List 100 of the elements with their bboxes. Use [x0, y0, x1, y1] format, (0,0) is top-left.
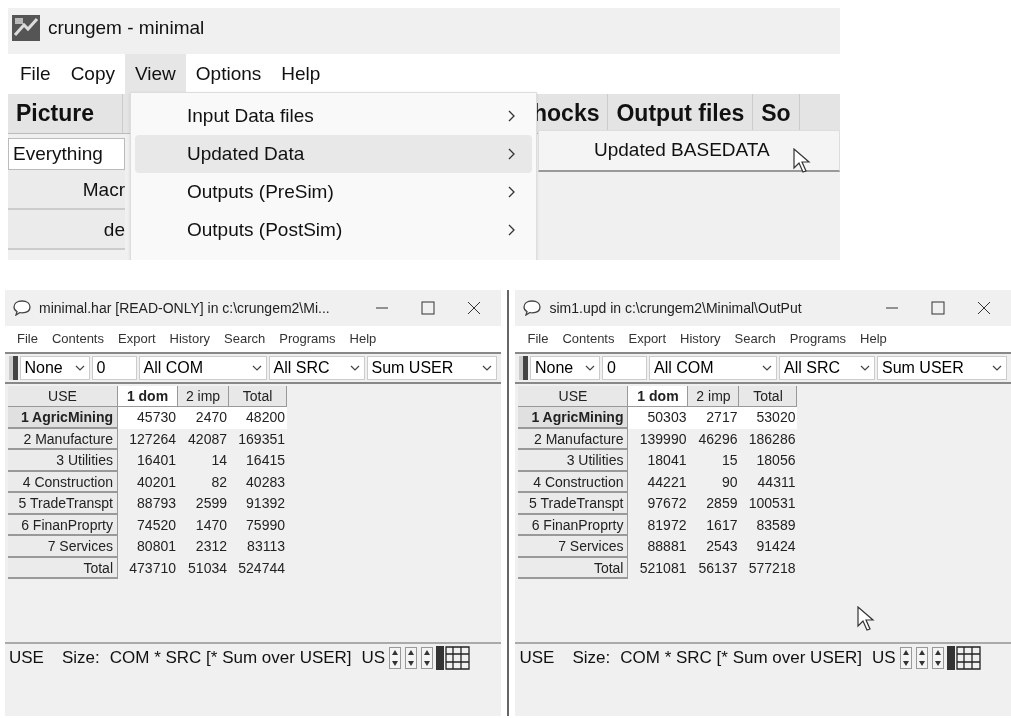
dropdown-field[interactable]: Sum USER — [877, 356, 1007, 380]
dropdown-menu-item[interactable]: Outputs (PreSim) — [135, 173, 532, 211]
column-header[interactable]: 2 imp — [178, 386, 229, 407]
table-cell: 45730 — [118, 407, 178, 429]
column-header[interactable]: 2 imp — [688, 386, 740, 407]
table-cell-text: 81972 — [646, 515, 688, 535]
menu-item[interactable]: Programs — [789, 329, 847, 349]
table-cell: 53020 — [739, 407, 798, 429]
menu-item[interactable]: File — [10, 54, 61, 94]
filter-field[interactable]: Everything — [8, 138, 125, 170]
table-cell: 2717 — [688, 407, 740, 429]
grid-icon[interactable] — [436, 646, 471, 670]
row-header[interactable]: 6 FinanProprty — [8, 514, 118, 536]
menu-item[interactable]: Programs — [279, 329, 336, 349]
spin-button-icon[interactable] — [899, 647, 912, 669]
menu-item[interactable]: Copy — [60, 54, 125, 94]
menu-item[interactable]: Help — [271, 54, 331, 94]
row-header[interactable]: 2 Manufacture — [518, 428, 629, 450]
column-header[interactable]: 1 dom — [628, 386, 689, 407]
menu-item[interactable]: History — [169, 329, 211, 349]
table-cell-text: 88881 — [646, 537, 688, 556]
menu-item[interactable]: Help — [860, 329, 887, 349]
maximize-icon[interactable] — [931, 301, 945, 315]
table-cell-text: 16401 — [136, 451, 177, 470]
spin-button-icon[interactable] — [931, 647, 944, 669]
dropdown-field[interactable]: 0 — [602, 356, 647, 380]
table-cell-text: 44221 — [646, 472, 688, 492]
chevron-down-icon — [762, 365, 772, 371]
size-text: COM * SRC [* Sum over USER] — [109, 647, 352, 670]
list-row[interactable]: Macr — [8, 170, 125, 210]
table-cell-text: 16415 — [245, 451, 286, 470]
menu-item[interactable]: Export — [118, 329, 156, 349]
table-cell-text: 51034 — [187, 558, 228, 578]
list-row[interactable]: de — [8, 210, 125, 250]
menu-item[interactable]: Options — [185, 54, 272, 94]
menu-item[interactable]: History — [680, 329, 721, 349]
table-cell-text: 577218 — [747, 558, 797, 578]
chevron-down-icon — [349, 365, 360, 371]
menu-item[interactable]: File — [17, 329, 38, 349]
table-cell-text: 46296 — [697, 429, 739, 449]
dropdown-field[interactable]: All SRC — [779, 356, 875, 380]
dropdown-field[interactable]: 0 — [91, 356, 137, 380]
dropdown-field[interactable]: All COM — [138, 356, 267, 380]
menu-item[interactable]: Contents — [562, 329, 615, 349]
dropdown-field[interactable]: None — [19, 356, 90, 380]
row-header[interactable]: 6 FinanProprty — [518, 514, 629, 536]
table-cell-text: 80801 — [136, 537, 177, 556]
close-icon[interactable] — [977, 301, 991, 315]
row-header[interactable]: 3 Utilities — [518, 450, 629, 472]
close-icon[interactable] — [466, 301, 481, 315]
row-header[interactable]: Total — [8, 557, 118, 579]
dropdown-menu-item[interactable]: Updated Data — [135, 135, 532, 173]
status-header: USE — [9, 647, 44, 670]
table-cell-text: 74520 — [136, 515, 177, 535]
maximize-icon[interactable] — [420, 301, 435, 315]
status-field: US — [361, 645, 386, 671]
table-cell-text: 169351 — [237, 429, 286, 449]
table-cell-text: 100531 — [747, 494, 797, 513]
row-header[interactable]: 1 AgricMining — [518, 407, 629, 429]
row-header[interactable]: 4 Construction — [518, 471, 629, 493]
menu-item[interactable]: View — [125, 54, 186, 94]
menu-item[interactable]: Export — [628, 329, 667, 349]
spin-button-icon[interactable] — [405, 647, 418, 669]
grid-icon[interactable] — [946, 646, 981, 670]
table-cell-text: 97672 — [646, 494, 688, 513]
row-header[interactable]: 1 AgricMining — [8, 407, 118, 429]
table-cell-text: 186286 — [747, 429, 797, 449]
row-header[interactable]: 5 TradeTranspt — [518, 493, 629, 515]
submenu-item[interactable]: Updated BASEDATA — [539, 136, 839, 165]
chevron-down-icon — [481, 365, 492, 371]
menu-item[interactable]: Search — [734, 329, 776, 349]
row-header[interactable]: 4 Construction — [8, 471, 118, 493]
table-cell-text: 473710 — [128, 558, 177, 578]
dropdown-field[interactable]: Sum USER — [366, 356, 497, 380]
dropdown-menu-item[interactable]: Outputs (PostSim) — [135, 211, 532, 249]
toolbar-handle[interactable] — [9, 356, 18, 380]
table-cell-text: 40201 — [136, 472, 177, 492]
row-header[interactable]: 7 Services — [518, 536, 629, 558]
spin-button-icon[interactable] — [389, 647, 402, 669]
dropdown-field[interactable]: All SRC — [268, 356, 365, 380]
column-header[interactable]: 1 dom — [118, 386, 178, 407]
tab[interactable]: Picture — [8, 94, 123, 133]
row-header[interactable]: 5 TradeTranspt — [8, 493, 118, 515]
spin-button-icon[interactable] — [915, 647, 928, 669]
row-header[interactable]: 7 Services — [8, 536, 118, 558]
row-header[interactable]: 2 Manufacture — [8, 428, 118, 450]
spin-button-icon[interactable] — [421, 647, 434, 669]
menu-item[interactable]: File — [527, 329, 549, 349]
menu-item[interactable]: Contents — [51, 329, 104, 349]
dropdown-field[interactable]: None — [530, 356, 600, 380]
dropdown-field[interactable]: All COM — [649, 356, 777, 380]
table-cell-text: 14 — [210, 451, 228, 470]
toolbar-handle[interactable] — [519, 356, 528, 380]
row-header[interactable]: Total — [518, 557, 629, 579]
column-header[interactable]: Total — [739, 386, 798, 407]
size-label: Size: — [572, 647, 611, 670]
menu-item[interactable]: Help — [349, 329, 377, 349]
column-header[interactable]: Total — [229, 386, 287, 407]
row-header[interactable]: 3 Utilities — [8, 450, 118, 472]
menu-item[interactable]: Search — [224, 329, 266, 349]
